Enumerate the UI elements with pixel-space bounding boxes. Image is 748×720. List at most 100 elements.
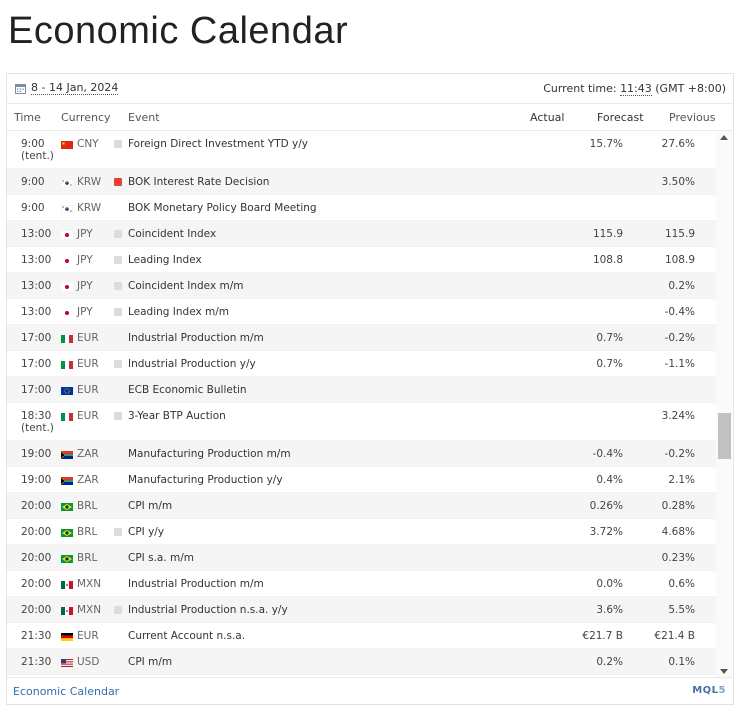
event-row[interactable]: 17:00 EUR ECB Economic Bulletin (7, 377, 717, 403)
event-time: 17:00 (21, 358, 52, 370)
event-name[interactable]: Manufacturing Production y/y (128, 474, 283, 486)
table-header: Time Currency Event Actual Forecast Prev… (7, 104, 733, 131)
event-name[interactable]: Leading Index m/m (128, 306, 229, 318)
event-row[interactable]: 21:30 USD CPI m/m 0.2% 0.1% (7, 649, 717, 675)
event-name[interactable]: CPI m/m (128, 656, 172, 668)
mql5-logo[interactable]: MQL5 (692, 685, 726, 696)
current-time-value[interactable]: 11:43 (620, 82, 652, 96)
event-name[interactable]: BOK Interest Rate Decision (128, 176, 269, 188)
event-time: 20:00 (21, 578, 52, 590)
event-row[interactable]: 9:00 (tent.) CNY Foreign Direct Investment … (7, 131, 717, 169)
event-row[interactable]: 19:00 ZAR Manufacturing Production m/m -0.4… (7, 441, 717, 467)
event-time: 20:00 (21, 604, 52, 616)
column-header-currency: Currency (61, 111, 111, 124)
event-currency: EUR (77, 332, 99, 344)
event-row[interactable]: 18:30 (tent.) EUR 3-Year BTP Auction 3.24% (7, 403, 717, 441)
column-header-previous: Previous (669, 111, 716, 124)
events-list: 9:00 (tent.) CNY Foreign Direct Investment … (7, 131, 717, 677)
importance-medium-icon (114, 658, 122, 666)
event-row[interactable]: 9:00 KRW BOK Interest Rate Decision 3.50% (7, 169, 717, 195)
event-name[interactable]: Industrial Production y/y (128, 358, 256, 370)
event-previous: 4.68% (661, 526, 695, 538)
event-row[interactable]: 20:00 BRL CPI y/y 3.72% 4.68% (7, 519, 717, 545)
br-flag-icon (61, 529, 73, 537)
event-row[interactable]: 13:00 JPY Leading Index m/m -0.4% (7, 299, 717, 325)
event-row[interactable]: 20:00 MXN Industrial Production m/m 0.0% 0.6… (7, 571, 717, 597)
cn-flag-icon (61, 141, 73, 149)
event-currency: MXN (77, 578, 102, 590)
calendar-topbar: 8 - 14 Jan, 2024 Current time: 11:43 (GM… (7, 74, 733, 104)
event-previous: -0.2% (664, 448, 695, 460)
event-time: 13:00 (21, 306, 52, 318)
event-previous: 3.24% (661, 410, 695, 422)
event-currency: ZAR (77, 474, 99, 486)
event-name[interactable]: Manufacturing Production m/m (128, 448, 291, 460)
column-header-forecast: Forecast (597, 111, 644, 124)
event-row[interactable]: 17:00 EUR Industrial Production m/m 0.7% -0.… (7, 325, 717, 351)
event-name[interactable]: Leading Index (128, 254, 202, 266)
event-name[interactable]: ECB Economic Bulletin (128, 384, 247, 396)
event-name[interactable]: CPI y/y (128, 526, 164, 538)
vertical-scrollbar[interactable] (716, 131, 732, 679)
importance-high-icon (114, 178, 122, 186)
event-time: 18:30 (tent.) (21, 410, 54, 434)
importance-low-icon (114, 256, 122, 264)
event-row[interactable]: 13:00 JPY Leading Index 108.8 108.9 (7, 247, 717, 273)
event-time: 9:00 (21, 202, 45, 214)
event-name[interactable]: Current Account n.s.a. (128, 630, 245, 642)
event-row[interactable]: 13:00 JPY Coincident Index m/m 0.2% (7, 273, 717, 299)
economic-calendar-link[interactable]: Economic Calendar (13, 685, 119, 698)
event-row[interactable]: 9:00 KRW BOK Monetary Policy Board Meeting (7, 195, 717, 221)
event-previous: -0.4% (664, 306, 695, 318)
event-name[interactable]: Industrial Production n.s.a. y/y (128, 604, 288, 616)
importance-medium-icon (114, 502, 122, 510)
scrollbar-thumb[interactable] (718, 413, 731, 459)
event-name[interactable]: 3-Year BTP Auction (128, 410, 226, 422)
event-previous: 108.9 (664, 254, 695, 266)
importance-low-icon (114, 360, 122, 368)
event-row[interactable]: 20:00 BRL CPI s.a. m/m 0.23% (7, 545, 717, 571)
event-currency: BRL (77, 526, 98, 538)
za-flag-icon (61, 451, 73, 459)
column-header-event: Event (128, 111, 160, 124)
event-name[interactable]: Coincident Index m/m (128, 280, 244, 292)
event-time: 20:00 (21, 552, 52, 564)
event-forecast: 3.6% (596, 604, 623, 616)
kr-flag-icon (61, 205, 73, 213)
event-row[interactable]: 17:00 EUR Industrial Production y/y 0.7% -1.… (7, 351, 717, 377)
importance-low-icon (114, 230, 122, 238)
event-name[interactable]: CPI s.a. m/m (128, 552, 194, 564)
importance-medium-icon (114, 334, 122, 342)
event-forecast: 0.2% (596, 656, 623, 668)
event-row[interactable]: 19:00 ZAR Manufacturing Production y/y 0.4%… (7, 467, 717, 493)
date-range-text[interactable]: 8 - 14 Jan, 2024 (31, 82, 119, 95)
event-currency: JPY (77, 306, 93, 318)
event-currency: KRW (77, 176, 102, 188)
event-time: 20:00 (21, 526, 52, 538)
event-time: 21:30 (21, 656, 52, 668)
importance-medium-icon (114, 554, 122, 562)
event-row[interactable]: 21:30 EUR Current Account n.s.a. €21.7 B €21… (7, 623, 717, 649)
event-name[interactable]: Foreign Direct Investment YTD y/y (128, 138, 308, 150)
current-time: Current time: 11:43 (GMT +8:00) (543, 82, 726, 96)
event-previous: 0.23% (661, 552, 695, 564)
scroll-up-arrow-icon[interactable] (720, 135, 728, 140)
event-currency: USD (77, 656, 100, 668)
event-row[interactable]: 20:00 BRL CPI m/m 0.26% 0.28% (7, 493, 717, 519)
importance-medium-icon (114, 204, 122, 212)
event-name[interactable]: Coincident Index (128, 228, 216, 240)
importance-low-icon (114, 308, 122, 316)
event-row[interactable]: 20:00 MXN Industrial Production n.s.a. y/y… (7, 597, 717, 623)
event-name[interactable]: BOK Monetary Policy Board Meeting (128, 202, 317, 214)
event-name[interactable]: Industrial Production m/m (128, 332, 264, 344)
scroll-down-arrow-icon[interactable] (720, 669, 728, 674)
event-previous: 0.1% (668, 656, 695, 668)
event-previous: 0.6% (668, 578, 695, 590)
event-time: 17:00 (21, 332, 52, 344)
column-header-time: Time (14, 111, 41, 124)
za-flag-icon (61, 477, 73, 485)
event-name[interactable]: Industrial Production m/m (128, 578, 264, 590)
date-range-picker[interactable]: 8 - 14 Jan, 2024 (15, 82, 119, 95)
event-row[interactable]: 13:00 JPY Coincident Index 115.9 115.9 (7, 221, 717, 247)
event-name[interactable]: CPI m/m (128, 500, 172, 512)
